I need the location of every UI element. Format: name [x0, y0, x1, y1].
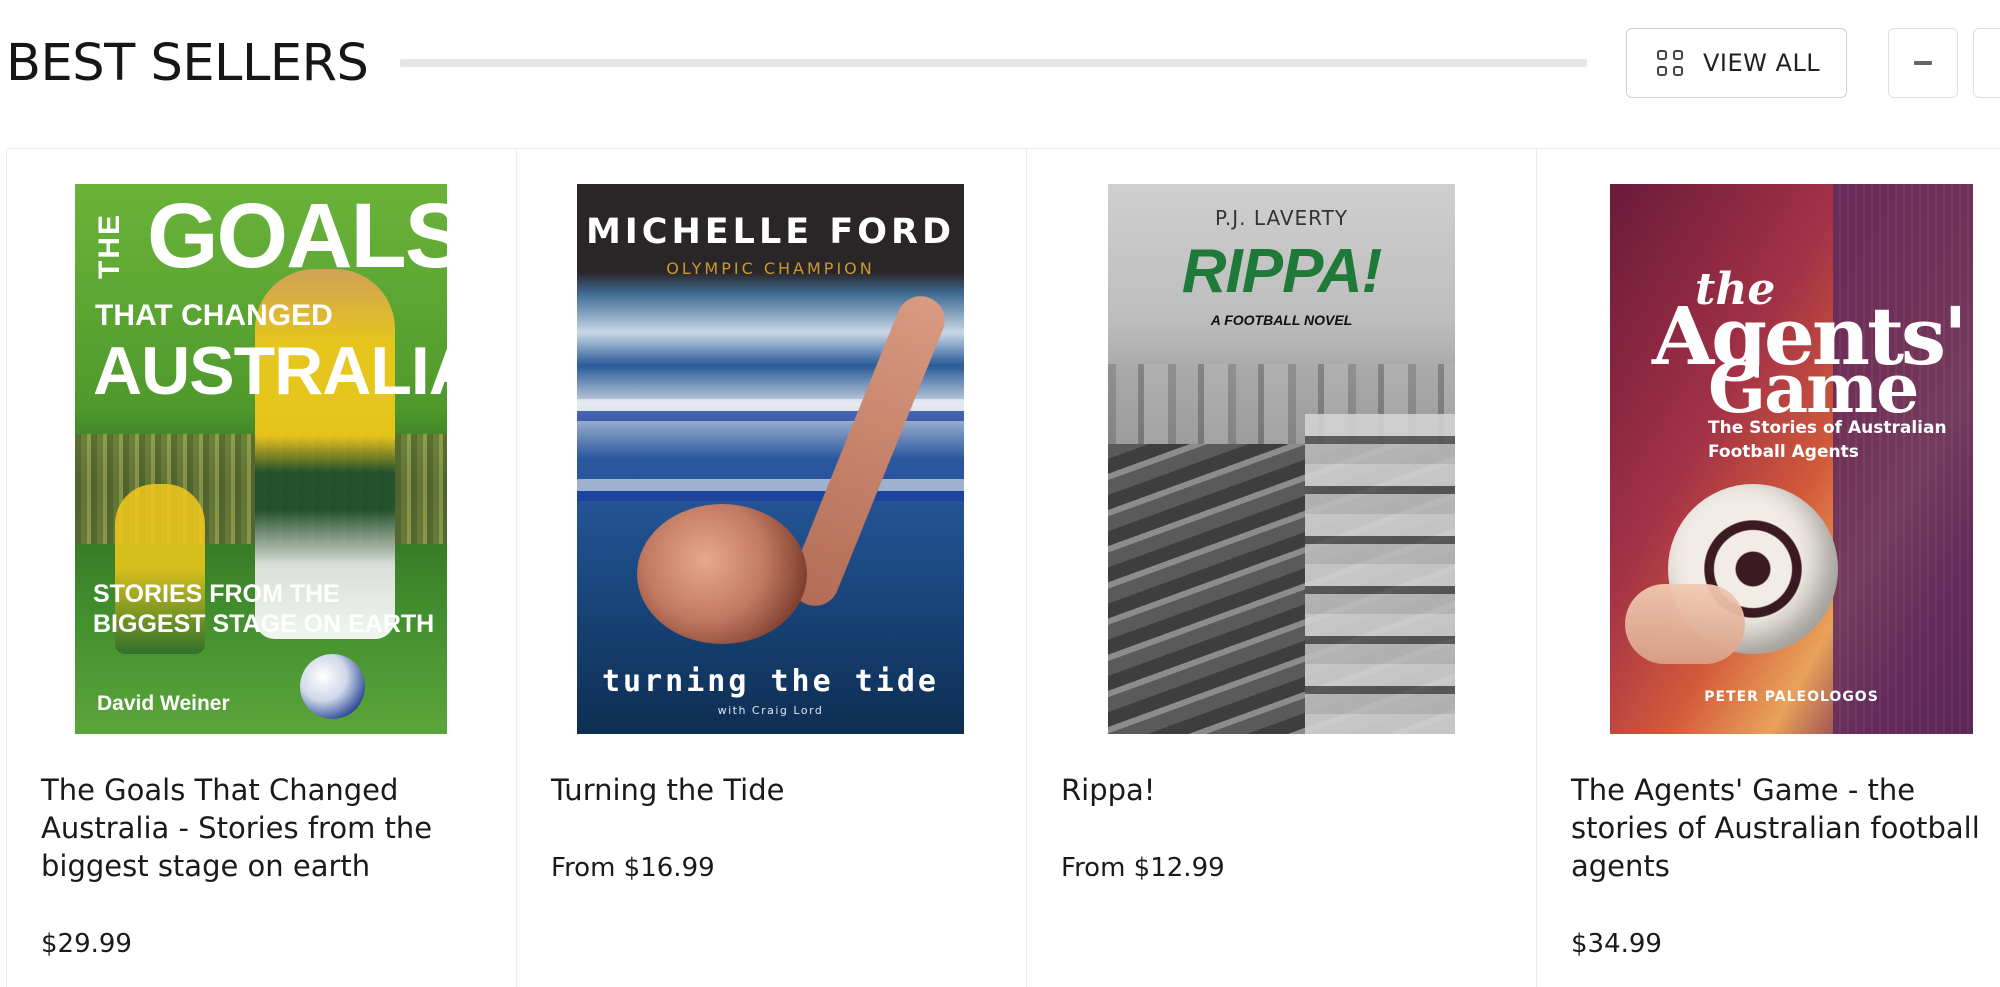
view-all-button[interactable]: VIEW ALL [1626, 28, 1847, 98]
product-grid: THE GOALS THAT CHANGED AUSTRALIA STORIES… [6, 148, 2000, 987]
carousel-prev-button[interactable] [1888, 28, 1958, 98]
product-price: $29.99 [41, 929, 132, 959]
product-name[interactable]: Rippa! [1061, 771, 1501, 809]
section-title: BEST SELLERS [6, 34, 369, 93]
book-cover-image[interactable]: THE GOALS THAT CHANGED AUSTRALIA STORIES… [75, 184, 447, 734]
book-cover-image[interactable]: MICHELLE FORD OLYMPIC CHAMPION turning t… [577, 184, 964, 734]
product-card[interactable]: MICHELLE FORD OLYMPIC CHAMPION turning t… [516, 149, 1026, 987]
football-graphic [300, 654, 365, 719]
product-card[interactable]: the Agents' Game The Stories of Australi… [1536, 149, 2000, 987]
product-price: From $16.99 [551, 853, 715, 883]
grid-icon [1657, 50, 1683, 76]
product-price: $34.99 [1571, 929, 1662, 959]
book-cover-image[interactable]: the Agents' Game The Stories of Australi… [1610, 184, 1973, 734]
title-divider [400, 59, 1587, 67]
view-all-label: VIEW ALL [1703, 49, 1821, 77]
product-name[interactable]: The Goals That Changed Australia - Stori… [41, 771, 481, 885]
product-card[interactable]: P.J. LAVERTY RIPPA! A FOOTBALL NOVEL Rip… [1026, 149, 1536, 987]
book-cover-image[interactable]: P.J. LAVERTY RIPPA! A FOOTBALL NOVEL [1108, 184, 1455, 734]
product-price: From $12.99 [1061, 853, 1225, 883]
product-card[interactable]: THE GOALS THAT CHANGED AUSTRALIA STORIES… [6, 149, 516, 987]
minus-icon [1914, 61, 1932, 65]
carousel-next-button[interactable] [1973, 28, 2000, 98]
section-header: BEST SELLERS VIEW ALL [0, 0, 2000, 130]
product-name[interactable]: The Agents' Game - the stories of Austra… [1571, 771, 2000, 885]
product-name[interactable]: Turning the Tide [551, 771, 991, 809]
